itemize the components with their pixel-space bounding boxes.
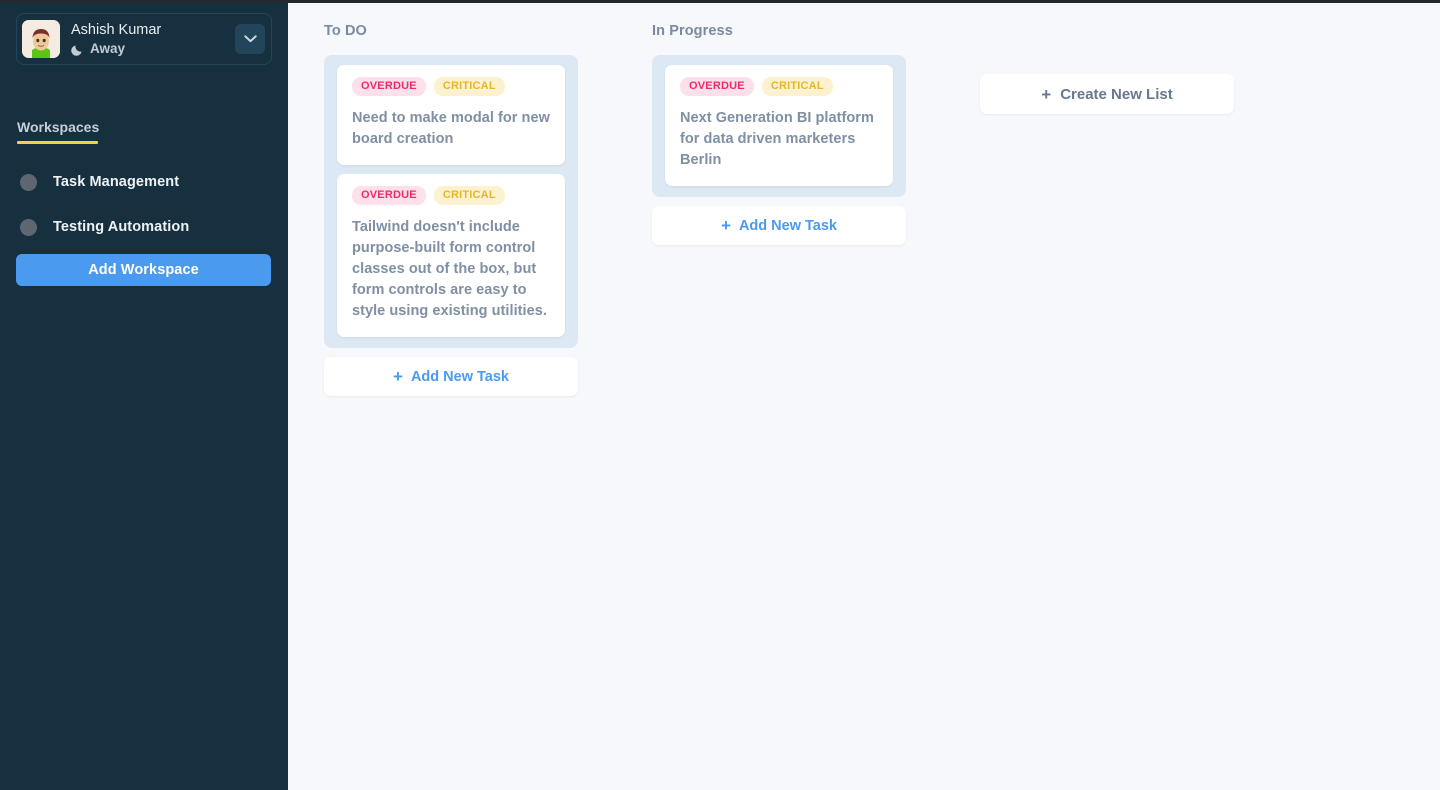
plus-icon: + [393, 367, 403, 386]
create-list-column: + Create New List [944, 74, 1272, 114]
workspaces-heading-group: Workspaces [16, 119, 272, 144]
column-dropzone[interactable]: OVERDUE CRITICAL Next Generation BI plat… [652, 55, 906, 197]
board-column-todo: To DO OVERDUE CRITICAL Need to make moda… [288, 22, 616, 396]
column-dropzone[interactable]: OVERDUE CRITICAL Need to make modal for … [324, 55, 578, 348]
add-new-task-button[interactable]: + Add New Task [652, 206, 906, 245]
sidebar-item-label: Task Management [53, 174, 180, 190]
add-new-task-button[interactable]: + Add New Task [324, 357, 578, 396]
create-new-list-button[interactable]: + Create New List [980, 74, 1234, 114]
plus-icon: + [1041, 84, 1052, 104]
status-badge-overdue: OVERDUE [352, 77, 426, 96]
board-column-in-progress: In Progress OVERDUE CRITICAL Next Genera… [616, 22, 944, 245]
status-badge-overdue: OVERDUE [680, 77, 754, 96]
add-new-task-label: Add New Task [410, 368, 509, 385]
profile-name: Ashish Kumar [71, 22, 162, 38]
profile-status: Away [71, 41, 235, 57]
column-title: To DO [324, 23, 367, 39]
status-badge-overdue: OVERDUE [352, 186, 426, 205]
user-profile-card[interactable]: Ashish Kumar Away [16, 13, 272, 65]
task-card[interactable]: OVERDUE CRITICAL Next Generation BI plat… [665, 65, 893, 186]
sidebar-item-label: Testing Automation [53, 219, 190, 235]
profile-expand-button[interactable] [235, 24, 265, 54]
badge-group: OVERDUE CRITICAL [352, 186, 550, 205]
moon-icon [71, 44, 82, 56]
top-strip [0, 0, 1440, 3]
badge-group: OVERDUE CRITICAL [680, 77, 878, 96]
status-badge-critical: CRITICAL [433, 77, 505, 96]
circle-dot-icon [20, 218, 37, 236]
status-badge-critical: CRITICAL [433, 186, 505, 205]
workspace-list: Task Management Testing Automation [16, 164, 272, 245]
create-new-list-label: Create New List [1060, 85, 1173, 103]
task-title: Next Generation BI platform for data dri… [680, 110, 874, 168]
workspaces-heading: Workspaces [17, 119, 100, 135]
task-card[interactable]: OVERDUE CRITICAL Need to make modal for … [337, 65, 565, 165]
add-new-task-label: Add New Task [738, 217, 837, 234]
sidebar-item-task-management[interactable]: Task Management [16, 164, 272, 200]
task-card[interactable]: OVERDUE CRITICAL Tailwind doesn't includ… [337, 174, 565, 337]
task-title: Tailwind doesn't include purpose-built f… [352, 219, 547, 319]
status-badge-critical: CRITICAL [761, 77, 833, 96]
sidebar: Ashish Kumar Away Workspaces Task Manage… [0, 0, 288, 790]
profile-status-label: Away [90, 41, 126, 56]
task-title: Need to make modal for new board creatio… [352, 110, 550, 147]
badge-group: OVERDUE CRITICAL [352, 77, 550, 96]
profile-text-group: Ashish Kumar Away [60, 21, 235, 57]
column-title: In Progress [652, 23, 733, 39]
circle-dot-icon [20, 173, 37, 191]
plus-icon: + [721, 216, 731, 235]
workspaces-heading-underline [17, 141, 98, 144]
add-workspace-button[interactable]: Add Workspace [16, 254, 271, 286]
avatar [22, 20, 60, 58]
board: To DO OVERDUE CRITICAL Need to make moda… [288, 0, 1440, 790]
sidebar-item-testing-automation[interactable]: Testing Automation [16, 209, 272, 245]
chevron-down-icon [243, 35, 257, 43]
